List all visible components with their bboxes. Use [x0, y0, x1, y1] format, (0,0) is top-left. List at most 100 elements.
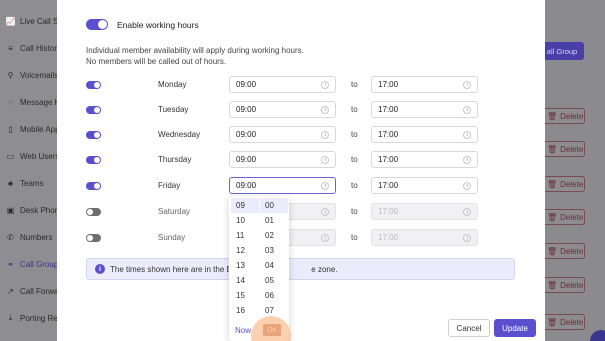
delete-button[interactable]: 🗑 Delete [543, 141, 585, 157]
day-toggle-sunday[interactable] [86, 234, 101, 242]
clock-icon [463, 130, 471, 139]
delete-button[interactable]: 🗑 Delete [543, 243, 585, 259]
sidebar-item-voicemails[interactable]: ⚲ Voicemails [6, 68, 59, 82]
trash-icon: 🗑 [547, 212, 558, 222]
hour-option[interactable]: 13 [231, 258, 259, 273]
picker-now-button[interactable]: Now [235, 326, 251, 335]
end-time-input[interactable]: 17:00 [371, 151, 478, 168]
trash-icon: 🗑 [547, 280, 558, 290]
delete-button[interactable]: 🗑 Delete [543, 314, 585, 330]
start-time-input[interactable]: 09:00 [229, 151, 336, 168]
day-label: Monday [158, 80, 187, 89]
sidebar-item-teams[interactable]: ♣ Teams [6, 176, 44, 190]
day-toggle-friday[interactable] [86, 182, 101, 190]
monitor-icon: ▭ [6, 151, 15, 161]
sidebar-item-web-users[interactable]: ▭ Web Users [6, 149, 60, 163]
picker-ok-button[interactable]: OK [263, 324, 281, 336]
day-label: Tuesday [158, 105, 189, 114]
to-label: to [351, 155, 358, 164]
sidebar-item-call-forward[interactable]: ↗ Call Forwa [6, 284, 58, 298]
minute-option[interactable]: 07 [260, 303, 288, 318]
clock-icon [463, 155, 471, 164]
minute-option[interactable]: 01 [260, 213, 288, 228]
start-time-input[interactable]: 09:00 [229, 177, 336, 194]
day-toggle-tuesday[interactable] [86, 106, 101, 114]
enable-working-hours-toggle[interactable] [86, 19, 108, 30]
enable-working-hours-label: Enable working hours [117, 20, 199, 30]
hour-option[interactable]: 16 [231, 303, 259, 318]
hour-option[interactable]: 10 [231, 213, 259, 228]
end-time-input[interactable]: 17:00 [371, 229, 478, 246]
delete-button[interactable]: 🗑 Delete [543, 209, 585, 225]
sidebar-item-desk-phones[interactable]: ▣ Desk Phon [6, 203, 59, 217]
end-time-input[interactable]: 17:00 [371, 101, 478, 118]
clock-icon [321, 80, 329, 89]
clock-icon [463, 80, 471, 89]
minute-option[interactable]: 02 [260, 228, 288, 243]
day-toggle-thursday[interactable] [86, 156, 101, 164]
day-toggle-monday[interactable] [86, 81, 101, 89]
sidebar-item-label: Voicemails [20, 70, 59, 80]
trash-icon: 🗑 [547, 111, 558, 121]
to-label: to [351, 105, 358, 114]
sidebar-item-numbers[interactable]: ✆ Numbers [6, 230, 52, 244]
to-label: to [351, 130, 358, 139]
sidebar-item-label: Message H [20, 97, 61, 107]
day-label: Sunday [158, 233, 186, 242]
hour-option[interactable]: 09 [231, 198, 259, 213]
clock-icon [321, 207, 329, 216]
minute-option[interactable]: 04 [260, 258, 288, 273]
hour-option[interactable]: 15 [231, 288, 259, 303]
delete-button[interactable]: 🗑 Delete [543, 277, 585, 293]
sidebar-item-label: Live Call St [20, 16, 61, 26]
porting-icon: ⤓ [8, 313, 13, 322]
sidebar-item-label: Porting Re [20, 313, 58, 323]
sidebar-item-live-call[interactable]: 📈 Live Call St [6, 14, 61, 28]
day-toggle-saturday[interactable] [86, 208, 101, 216]
end-time-input[interactable]: 17:00 [371, 76, 478, 93]
clock-icon [321, 105, 329, 114]
add-call-group-button[interactable]: all Group [540, 42, 584, 60]
start-time-input[interactable]: 09:00 [229, 126, 336, 143]
sidebar-item-label: Teams [20, 178, 44, 188]
day-label: Saturday [158, 207, 191, 216]
day-toggle-wednesday[interactable] [86, 131, 101, 139]
cancel-button[interactable]: Cancel [448, 319, 490, 337]
sidebar-item-label: Desk Phon [20, 205, 60, 215]
delete-button[interactable]: 🗑 Delete [543, 176, 585, 192]
update-button[interactable]: Update [494, 319, 536, 337]
clock-icon [321, 233, 329, 242]
hour-column: 09 10 11 12 13 14 15 16 [231, 198, 259, 318]
sidebar-item-call-history[interactable]: ≡ Call Histor [6, 41, 57, 55]
start-time-input[interactable]: 09:00 [229, 76, 336, 93]
end-time-input[interactable]: 17:00 [371, 203, 478, 220]
info-icon: i [95, 264, 105, 274]
mobile-icon: ▯ [8, 124, 13, 134]
day-label: Wednesday [158, 130, 201, 139]
hour-option[interactable]: 11 [231, 228, 259, 243]
hour-option[interactable]: 14 [231, 273, 259, 288]
sidebar-item-call-group[interactable]: ⚭ Call Group [6, 257, 58, 271]
clock-icon [463, 233, 471, 242]
sidebar-item-message[interactable]: ◌ Message H [6, 95, 60, 109]
end-time-input[interactable]: 17:00 [371, 126, 478, 143]
message-icon: ◌ [8, 97, 13, 107]
clock-icon [463, 105, 471, 114]
end-time-input[interactable]: 17:00 [371, 177, 478, 194]
sidebar-item-label: Mobile App [20, 124, 60, 134]
forward-icon: ↗ [7, 286, 14, 296]
delete-button[interactable]: 🗑 Delete [543, 108, 585, 124]
sidebar-item-porting[interactable]: ⤓ Porting Re [6, 311, 58, 325]
minute-option[interactable]: 03 [260, 243, 288, 258]
day-label: Friday [158, 181, 181, 190]
minute-option[interactable]: 05 [260, 273, 288, 288]
start-time-input[interactable]: 09:00 [229, 101, 336, 118]
sidebar-item-mobile[interactable]: ▯ Mobile App [6, 122, 60, 136]
minute-column: 00 01 02 03 04 05 06 07 [260, 198, 288, 318]
hour-option[interactable]: 12 [231, 243, 259, 258]
voicemail-icon: ⚲ [7, 70, 14, 80]
to-label: to [351, 80, 358, 89]
minute-option[interactable]: 00 [260, 198, 288, 213]
minute-option[interactable]: 06 [260, 288, 288, 303]
clock-icon [321, 130, 329, 139]
